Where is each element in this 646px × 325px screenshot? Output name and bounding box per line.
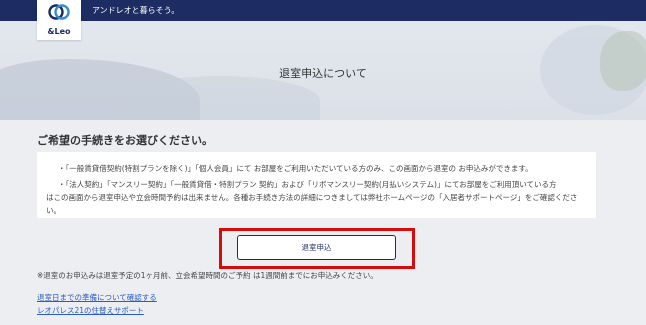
notice-item: ・「一般賃貸借契約(特割プランを除く)」「個人会員」にて お部屋をご利用いただい… <box>58 162 590 175</box>
relocation-support-link[interactable]: レオパレス21の住替えサポート <box>37 305 144 316</box>
top-bar: アンドレオと暮らそう。 <box>0 0 646 21</box>
brand-logo[interactable]: &Leo <box>37 0 81 40</box>
notice-text-continued: はこの画面から退室申込や立会時間予約は出来ません。各種お手続き方法の詳細につきま… <box>46 193 578 215</box>
logo-text: &Leo <box>47 27 71 36</box>
page-title: 退室申込について <box>279 67 367 80</box>
apply-move-out-button[interactable]: 退室申込 <box>237 235 396 260</box>
brand-tagline: アンドレオと暮らそう。 <box>92 6 180 15</box>
notice-bullet: ・ <box>58 180 66 189</box>
section-title: ご希望の手続きをお選びください。 <box>37 134 213 147</box>
notice-text: 「法人契約」「マンスリー契約」「一般賃貸借・特割プラン 契約」および「リボマンス… <box>65 180 557 189</box>
preparation-link[interactable]: 退室日までの準備について確認する <box>37 292 157 303</box>
notice-text: 「一般賃貸借契約(特割プランを除く)」「個人会員」にて お部屋をご利用いただいて… <box>65 164 533 173</box>
notice-item: ・「法人契約」「マンスリー契約」「一般賃貸借・特割プラン 契約」および「リボマン… <box>46 178 590 217</box>
logo-rings-icon <box>48 4 70 20</box>
deadline-note: ※退室のお申込みは退室予定の1ヶ月前、立会希望時間のご予約 は1週間前までにお申… <box>37 271 378 280</box>
hero-banner: 退室申込について <box>0 21 646 120</box>
notice-bullet: ・ <box>58 164 66 173</box>
notice-box: ・「一般賃貸借契約(特割プランを除く)」「個人会員」にて お部屋をご利用いただい… <box>37 152 596 218</box>
